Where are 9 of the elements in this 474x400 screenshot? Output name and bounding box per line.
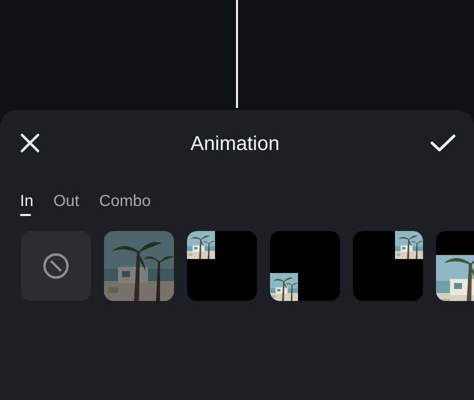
sheet-title: Animation — [190, 132, 280, 156]
animation-preset[interactable] — [353, 231, 423, 301]
tab[interactable]: In — [20, 193, 34, 216]
none-icon — [42, 252, 70, 280]
animation-preset[interactable] — [187, 231, 257, 301]
close-button[interactable] — [20, 132, 40, 156]
tab[interactable]: Combo — [99, 193, 151, 216]
tab[interactable]: Out — [53, 193, 80, 216]
animation-preset[interactable] — [270, 231, 340, 301]
